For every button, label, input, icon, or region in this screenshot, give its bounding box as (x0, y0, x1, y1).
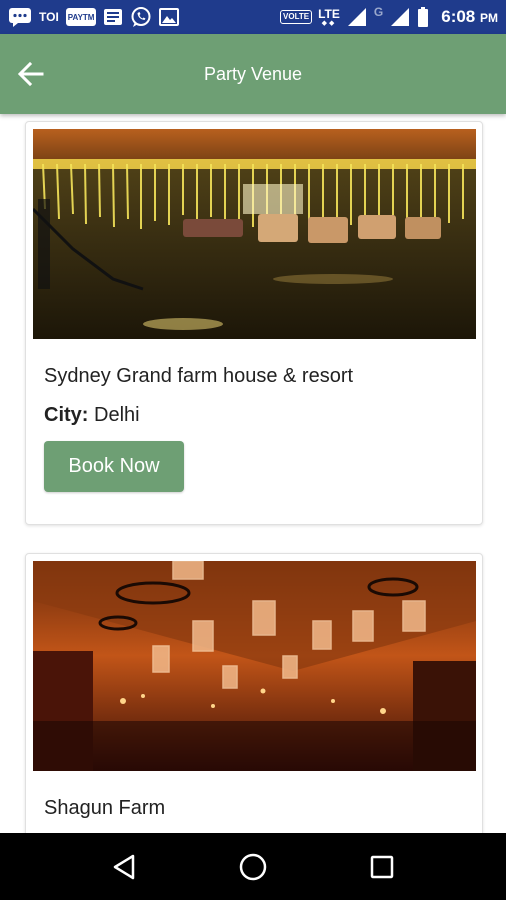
sim2-network-label: G (373, 5, 384, 19)
toi-app-icon: TOI (39, 10, 59, 24)
venue-list[interactable]: Sydney Grand farm house & resort City: D… (0, 114, 506, 833)
signal-strength-icon (346, 7, 368, 27)
system-nav-bar (0, 833, 506, 900)
back-triangle-icon (114, 854, 135, 879)
venue-image[interactable] (33, 129, 476, 339)
volte-badge: VOLTE (280, 10, 313, 24)
home-circle-icon (239, 853, 267, 880)
nav-recents-button[interactable] (352, 842, 412, 892)
app-toolbar: Party Venue (0, 34, 506, 114)
book-now-button[interactable]: Book Now (44, 441, 184, 492)
signal-strength-sim2-icon (389, 7, 411, 27)
venue-name: Sydney Grand farm house & resort (44, 365, 354, 387)
clock: 6:08 PM (441, 7, 498, 26)
lte-indicator: LTE ◆◆ (318, 6, 340, 27)
message-icon (8, 7, 32, 27)
nav-back-button[interactable] (94, 842, 154, 892)
venue-city: City: Delhi (44, 404, 140, 426)
gallery-icon (159, 7, 180, 27)
whatsapp-icon (130, 6, 152, 28)
venue-card: Shagun Farm (25, 553, 483, 833)
paytm-app-icon: PAYTM (65, 8, 97, 26)
venue-name: Shagun Farm (44, 797, 166, 819)
nav-home-button[interactable] (223, 842, 283, 892)
venue-image[interactable] (33, 561, 476, 771)
app-screen: TOI PAYTM VOLTE LTE ◆◆ G 6:08 PM Party V… (0, 0, 506, 900)
news-icon (103, 7, 123, 27)
system-indicators: VOLTE LTE ◆◆ G 6:08 PM (280, 5, 498, 27)
notification-icons: TOI PAYTM (8, 6, 180, 28)
page-title: Party Venue (203, 64, 303, 84)
recents-square-icon (370, 855, 393, 878)
venue-card: Sydney Grand farm house & resort City: D… (25, 121, 483, 525)
status-bar: TOI PAYTM VOLTE LTE ◆◆ G 6:08 PM (0, 0, 506, 34)
battery-icon (417, 7, 429, 27)
